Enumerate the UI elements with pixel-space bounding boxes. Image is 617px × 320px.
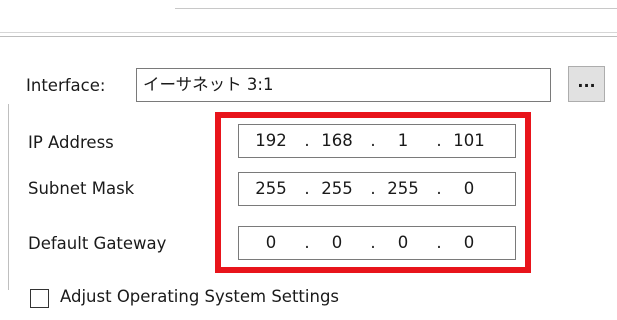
default-gateway-label: Default Gateway [28, 234, 167, 253]
section-divider [0, 32, 617, 33]
adjust-os-settings-checkbox[interactable] [30, 289, 49, 308]
group-box-edge [8, 104, 9, 290]
red-highlight-box [215, 112, 531, 273]
subnet-mask-label: Subnet Mask [28, 179, 135, 198]
interface-browse-button[interactable]: ... [568, 66, 605, 102]
ip-address-label: IP Address [28, 133, 114, 152]
tab-strip-divider [175, 8, 617, 9]
tab-stub [0, 0, 175, 10]
interface-label: Interface: [26, 76, 106, 95]
interface-field[interactable]: イーサネット 3:1 [136, 68, 551, 102]
adjust-os-settings-label[interactable]: Adjust Operating System Settings [60, 287, 339, 307]
section-divider-shadow [0, 36, 617, 37]
